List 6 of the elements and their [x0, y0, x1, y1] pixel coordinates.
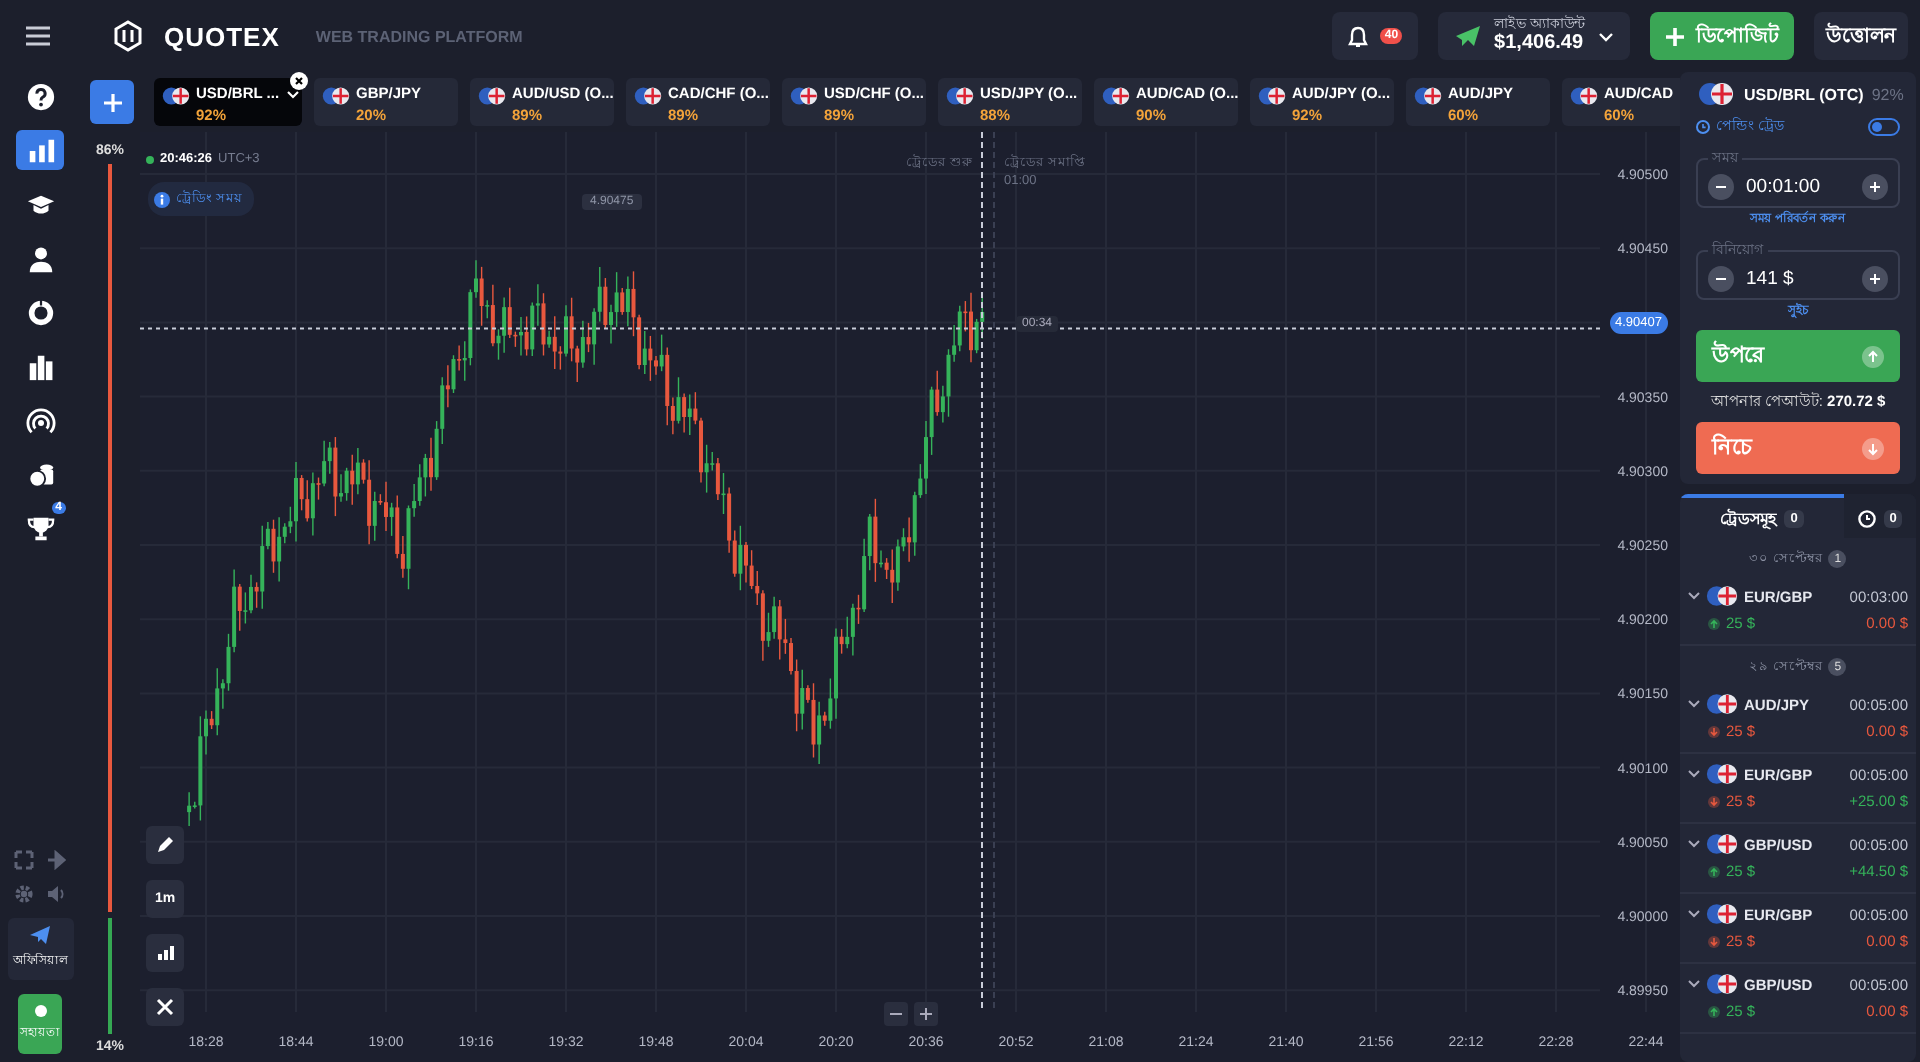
withdraw-button[interactable]: উত্তোলন — [1814, 12, 1908, 60]
account-balance: $1,406.49 — [1494, 32, 1584, 55]
platform-subtitle: WEB TRADING PLATFORM — [315, 27, 523, 45]
asset-title: USD/BRL (OTC) — [1744, 85, 1864, 103]
asset-payout: 92% — [1871, 85, 1904, 103]
logo-text: QUOTEX — [164, 21, 280, 51]
